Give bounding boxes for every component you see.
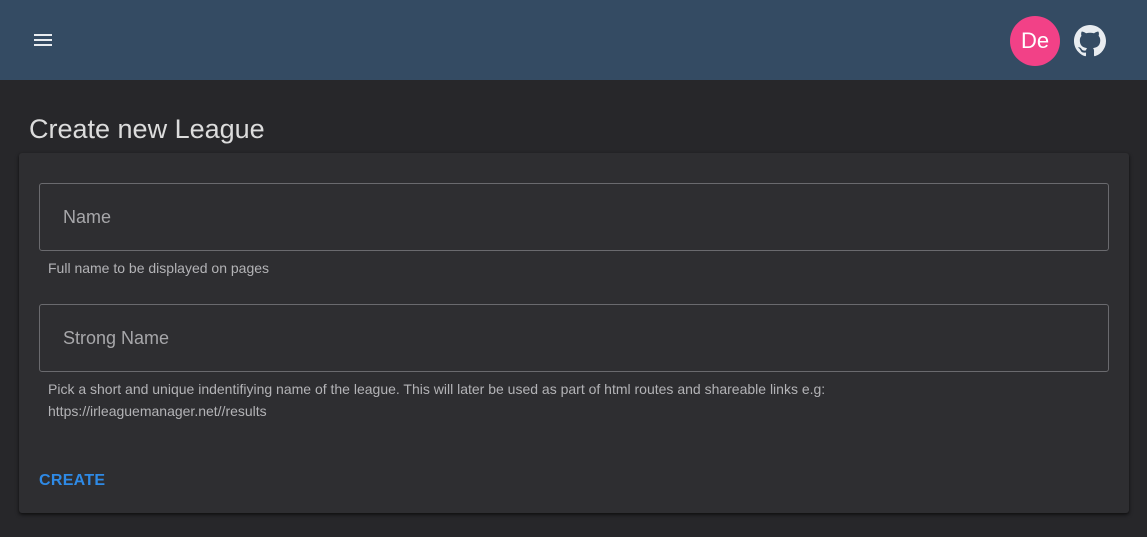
user-avatar[interactable]: De [1010,16,1060,66]
page-title: Create new League [29,114,265,144]
app-bar: De [0,0,1147,80]
hamburger-menu-icon [34,34,52,46]
strong-name-hint: Pick a short and unique indentifiying na… [48,381,826,419]
menu-button[interactable] [23,20,63,60]
strong-name-input[interactable] [40,305,1108,371]
strong-name-field [39,304,1109,372]
name-hint: Full name to be displayed on pages [48,260,270,276]
github-link[interactable] [1072,23,1108,59]
create-button[interactable]: CREATE [31,466,113,496]
name-input[interactable] [40,184,1108,250]
avatar-initials: De [1020,28,1050,53]
github-icon [1074,25,1106,57]
name-field [39,183,1109,251]
create-league-form: Full name to be displayed on pages Pick … [19,153,1129,513]
